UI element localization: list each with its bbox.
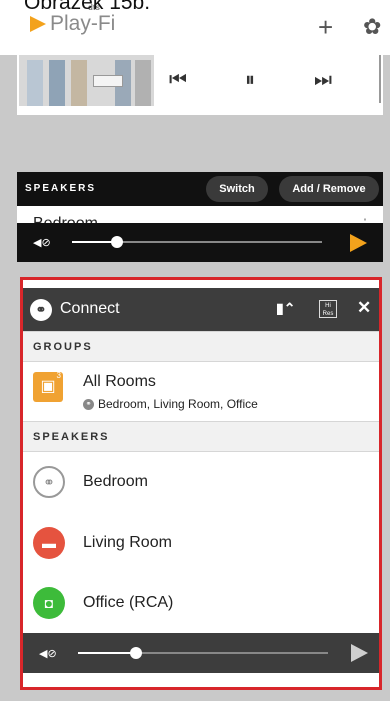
switch-button[interactable]: Switch <box>206 176 268 202</box>
connect-mute-icon[interactable]: ◀⊘ <box>39 647 57 660</box>
scrollbar[interactable] <box>379 55 381 103</box>
speaker-row-living-room[interactable]: ▬ Living Room <box>23 513 379 573</box>
link-circle-icon: ⚭ <box>33 466 65 498</box>
play-to-icon[interactable] <box>350 234 367 252</box>
speaker-name-2: Living Room <box>83 534 172 551</box>
groups-label: GROUPS <box>33 341 93 353</box>
add-remove-button[interactable]: Add / Remove <box>279 176 379 202</box>
connect-volume-fill <box>78 652 136 654</box>
link-small-icon: ⚭ <box>83 398 94 410</box>
connect-volume-bar: ◀⊘ <box>23 633 379 673</box>
speakers-label: SPEAKERS <box>25 183 97 194</box>
playfi-logo: dts Play-Fi <box>30 3 116 36</box>
figure-caption: Obrázek 15b. <box>24 0 151 14</box>
group-icon: ▣ 3 <box>33 371 63 402</box>
group-members-text: Bedroom, Living Room, Office <box>98 397 258 411</box>
speakers-section-header: SPEAKERS <box>23 421 379 452</box>
album-art[interactable] <box>19 55 154 106</box>
pause-icon[interactable]: ⏸ <box>245 69 255 92</box>
master-mute-icon[interactable]: ◀⊘ <box>33 236 51 249</box>
album-tag <box>93 75 123 87</box>
logo-arrow-icon <box>30 16 46 32</box>
speakers-bar: SPEAKERS Switch Add / Remove <box>17 172 383 206</box>
groups-section-header: GROUPS <box>23 331 379 362</box>
speaker-sort-icon[interactable]: ▮⌃ <box>276 300 295 317</box>
group-name: All Rooms <box>83 373 156 390</box>
gear-icon[interactable]: ✿ <box>363 14 381 40</box>
speaker-name-3: Office (RCA) <box>83 594 174 611</box>
group-all-rooms[interactable]: ▣ 3 All Rooms ⚭ Bedroom, Living Room, Off… <box>23 362 379 423</box>
speaker-row-office[interactable]: ◘ Office (RCA) <box>23 573 379 633</box>
speakers-section-label: SPEAKERS <box>33 431 110 443</box>
plus-icon[interactable]: + <box>318 14 333 40</box>
speaker-row-bedroom-connect[interactable]: ⚭ Bedroom <box>23 452 379 512</box>
speaker-name-1: Bedroom <box>83 473 148 490</box>
play-to-icon-gray[interactable] <box>351 644 368 662</box>
master-volume-knob[interactable] <box>111 236 123 248</box>
link-icon: ⚭ <box>30 299 52 321</box>
connect-volume-knob[interactable] <box>129 647 142 659</box>
hires-audio-icon[interactable]: Hi Res <box>319 300 337 318</box>
sofa-icon: ▬ <box>33 527 65 559</box>
connect-panel: ⚭ Connect ▮⌃ Hi Res ✕ GROUPS ▣ 3 All Room… <box>23 280 379 687</box>
close-icon[interactable]: ✕ <box>357 298 371 318</box>
logo-brand-name: Play-Fi <box>50 12 116 35</box>
connect-title: Connect <box>60 300 120 317</box>
group-count-badge: 3 <box>56 371 61 380</box>
now-playing-header: ⏮ ⏸ ⏭ <box>17 55 383 115</box>
connect-header: ⚭ Connect ▮⌃ Hi Res ✕ <box>23 288 379 331</box>
desk-icon: ◘ <box>33 587 65 619</box>
next-icon[interactable]: ⏭ <box>314 69 332 92</box>
master-volume-bar: ◀⊘ <box>17 223 383 262</box>
group-members: ⚭ Bedroom, Living Room, Office <box>83 397 258 411</box>
previous-icon[interactable]: ⏮ <box>169 69 187 92</box>
